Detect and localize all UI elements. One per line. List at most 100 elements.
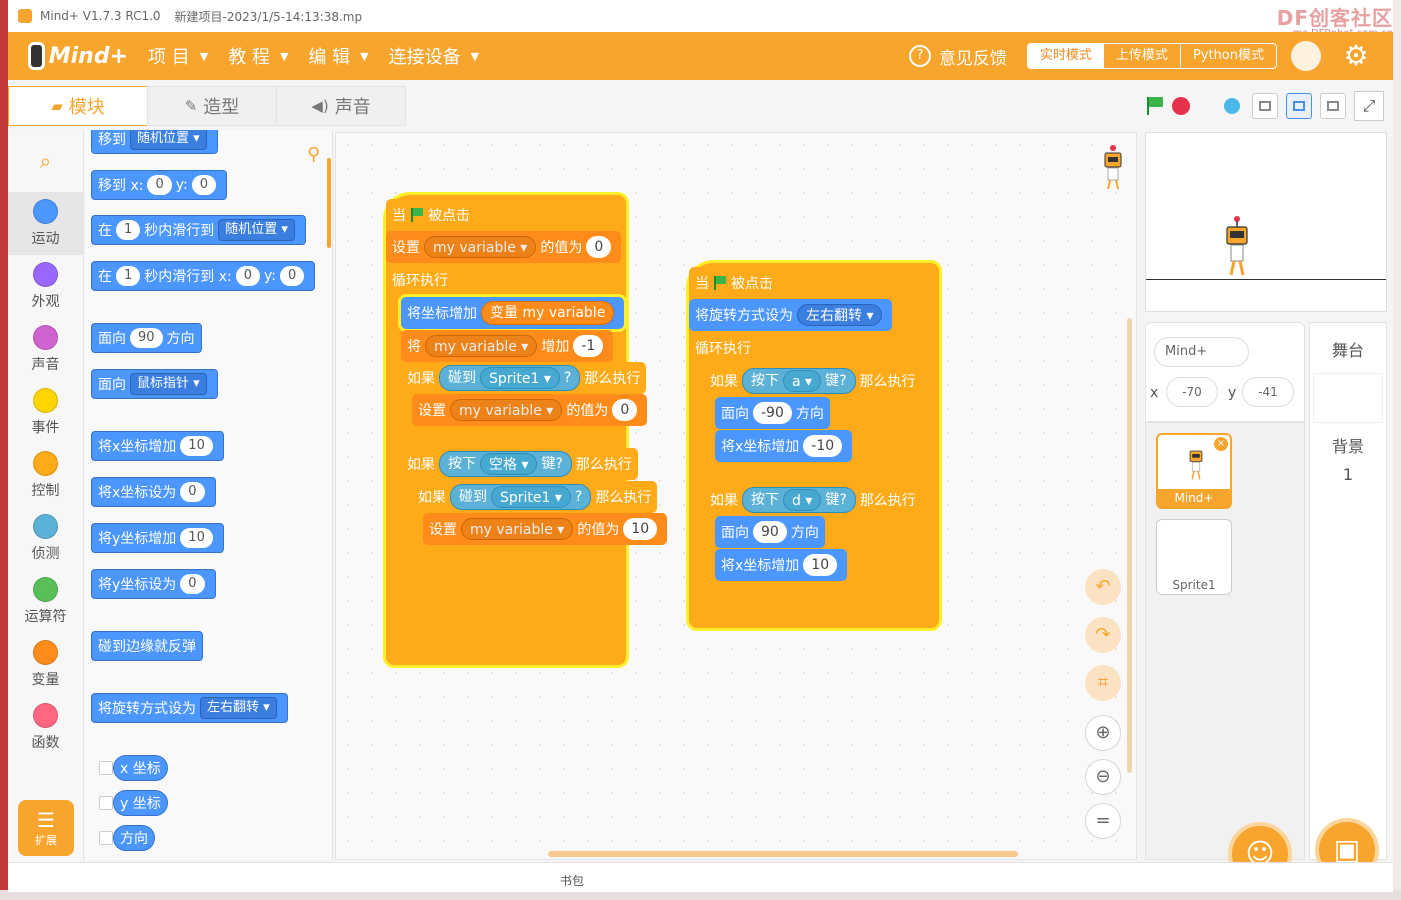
script1-hat[interactable]: 当 被点击 — [386, 199, 476, 231]
category-looks[interactable]: 外观 — [8, 255, 83, 318]
y-field[interactable]: -41 — [1242, 377, 1294, 407]
menu-tutorial[interactable]: 教 程 ▼ — [228, 43, 288, 69]
script1-forever[interactable]: 循环执行 — [386, 264, 454, 296]
zoom-reset-icon[interactable]: = — [1085, 803, 1121, 839]
category-variables[interactable]: 变量 — [8, 633, 83, 696]
redo-icon[interactable]: ↷ — [1085, 617, 1121, 653]
script2-change-x-10[interactable]: 将x坐标增加 10 — [715, 549, 848, 581]
backpack-bar[interactable]: 书包 — [8, 862, 1393, 892]
green-flag-icon[interactable] — [1144, 95, 1166, 117]
code-workspace[interactable]: 当被点击 设置 my variable ▾ 的值为 0 循环执行 将坐标增加 变量 my… — [335, 132, 1137, 860]
block-point-towards[interactable]: 面向 鼠标指针 ▾ — [91, 369, 218, 399]
category-operators[interactable]: 运算符 — [8, 570, 83, 633]
key-dropdown[interactable]: 空格 ▾ — [480, 453, 538, 475]
block-goto-random[interactable]: 移到 随机位置 ▾ — [91, 130, 218, 154]
search-icon[interactable]: ⌕ — [8, 130, 83, 192]
rotation-dropdown[interactable]: 左右翻转 ▾ — [797, 304, 883, 326]
value-input[interactable]: 90 — [753, 521, 787, 543]
number-input[interactable]: 90 — [130, 328, 163, 348]
extension-button[interactable]: ☰ 扩展 — [18, 800, 74, 856]
script1-set-var-0[interactable]: 设置 my variable ▾ 的值为 0 — [412, 394, 648, 426]
touching-condition[interactable]: 碰到 Sprite1 ▾? — [439, 365, 581, 391]
reporter-x-position[interactable]: x 坐标 — [113, 755, 168, 781]
script1-set-var-10[interactable]: 设置 my variable ▾ 的值为 10 — [423, 513, 668, 545]
large-stage-button[interactable] — [1320, 93, 1346, 119]
key-condition[interactable]: 按下 a ▾ 键? — [742, 368, 856, 394]
x-field[interactable]: -70 — [1166, 377, 1218, 407]
pin-icon[interactable]: ⚲ — [307, 144, 320, 165]
crop-icon[interactable]: ⌗ — [1085, 665, 1121, 701]
value-input[interactable]: 0 — [612, 399, 638, 421]
user-avatar-icon[interactable] — [1291, 41, 1321, 71]
script2-if-key-a[interactable]: 如果 按下 a ▾ 键? 那么执行 — [704, 365, 922, 397]
fullscreen-icon[interactable]: ⤢ — [1354, 91, 1384, 121]
script2-face-90[interactable]: 面向 90 方向 — [715, 516, 825, 548]
number-input[interactable]: 10 — [180, 436, 213, 456]
sprite-dropdown[interactable]: Sprite1 ▾ — [491, 486, 571, 508]
feedback-button[interactable]: ? 意见反馈 — [908, 44, 1007, 69]
key-condition[interactable]: 按下 d ▾ 键? — [742, 487, 856, 513]
workspace-vertical-scrollbar[interactable] — [1127, 318, 1132, 773]
script2-forever[interactable]: 循环执行 — [689, 332, 757, 364]
sprite-dropdown[interactable]: Sprite1 ▾ — [480, 367, 560, 389]
script2-face-m90[interactable]: 面向 -90 方向 — [715, 397, 830, 429]
category-sensing[interactable]: 侦测 — [8, 507, 83, 570]
dropdown[interactable]: 随机位置 ▾ — [130, 130, 207, 150]
menu-edit[interactable]: 编 辑 ▼ — [308, 43, 368, 69]
number-input[interactable]: 0 — [180, 482, 205, 502]
sprite-card-mindplus[interactable]: × Mind+ — [1156, 433, 1232, 509]
normal-stage-button[interactable] — [1286, 93, 1312, 119]
variable-dropdown[interactable]: my variable ▾ — [425, 335, 538, 357]
block-glide-random[interactable]: 在 1 秒内滑行到 随机位置 ▾ — [91, 215, 306, 245]
value-input[interactable]: -10 — [803, 435, 843, 457]
delete-sprite-icon[interactable]: × — [1214, 437, 1228, 451]
menu-project[interactable]: 项 目 ▼ — [148, 43, 208, 69]
checkbox-direction[interactable] — [99, 831, 113, 845]
script1-change-coord[interactable]: 将坐标增加 变量 my variable — [401, 297, 625, 329]
stage-selector[interactable]: 舞台 背景 1 — [1309, 322, 1387, 860]
value-input[interactable]: 0 — [586, 236, 612, 258]
number-input[interactable]: 0 — [180, 574, 205, 594]
category-control[interactable]: 控制 — [8, 444, 83, 507]
touching-condition[interactable]: 碰到 Sprite1 ▾? — [450, 484, 592, 510]
script2-change-x-m10[interactable]: 将x坐标增加 -10 — [715, 430, 853, 462]
script1-change-var[interactable]: 将 my variable ▾ 增加 -1 — [401, 330, 614, 362]
block-goto-xy[interactable]: 移到 x: 0 y: 0 — [91, 170, 227, 200]
stage-canvas[interactable] — [1145, 132, 1387, 312]
number-input[interactable]: 1 — [116, 220, 141, 240]
block-glide-xy[interactable]: 在 1 秒内滑行到 x: 0 y: 0 — [91, 261, 316, 291]
block-change-y[interactable]: 将y坐标增加 10 — [91, 523, 224, 553]
script2-hat[interactable]: 当 被点击 — [689, 267, 779, 299]
variable-dropdown[interactable]: my variable ▾ — [461, 518, 574, 540]
category-functions[interactable]: 函数 — [8, 696, 83, 759]
variable-dropdown[interactable]: my variable ▾ — [450, 399, 563, 421]
dropdown[interactable]: 随机位置 ▾ — [218, 219, 295, 241]
zoom-out-icon[interactable]: ⊖ — [1085, 759, 1121, 795]
category-sound[interactable]: 声音 — [8, 318, 83, 381]
zoom-in-icon[interactable]: ⊕ — [1085, 715, 1121, 751]
value-input[interactable]: 10 — [803, 554, 838, 576]
block-point-direction[interactable]: 面向 90 方向 — [91, 323, 202, 353]
block-rotation-style[interactable]: 将旋转方式设为 左右翻转 ▾ — [91, 693, 288, 723]
block-bounce[interactable]: 碰到边缘就反弹 — [91, 631, 203, 661]
number-input[interactable]: 0 — [147, 175, 172, 195]
number-input[interactable]: 1 — [116, 266, 141, 286]
tab-sounds[interactable]: ◀) 声音 — [276, 86, 406, 126]
block-set-x[interactable]: 将x坐标设为 0 — [91, 477, 216, 507]
checkbox-y-position[interactable] — [99, 796, 113, 810]
dropdown[interactable]: 鼠标指针 ▾ — [130, 373, 207, 395]
script1-set-var[interactable]: 设置 my variable ▾ 的值为 0 — [386, 231, 622, 263]
gear-icon[interactable]: ⚙ — [1341, 41, 1371, 71]
blue-dot-icon[interactable] — [1224, 98, 1240, 114]
script2-rotation-style[interactable]: 将旋转方式设为 左右翻转 ▾ — [689, 299, 893, 331]
block-change-x[interactable]: 将x坐标增加 10 — [91, 431, 224, 461]
mode-python[interactable]: Python模式 — [1179, 44, 1276, 68]
variable-reporter[interactable]: 变量 my variable — [481, 301, 615, 325]
value-input[interactable]: 10 — [623, 518, 658, 540]
tab-costumes[interactable]: ✎ 造型 — [147, 86, 277, 126]
checkbox-x-position[interactable] — [99, 761, 113, 775]
sprite-card-sprite1[interactable]: Sprite1 — [1156, 519, 1232, 595]
script2-if-key-d[interactable]: 如果 按下 d ▾ 键? 那么执行 — [704, 484, 922, 516]
palette-scrollbar[interactable] — [327, 158, 331, 248]
script1-if-touching-inner[interactable]: 如果 碰到 Sprite1 ▾? 那么执行 — [412, 481, 658, 513]
